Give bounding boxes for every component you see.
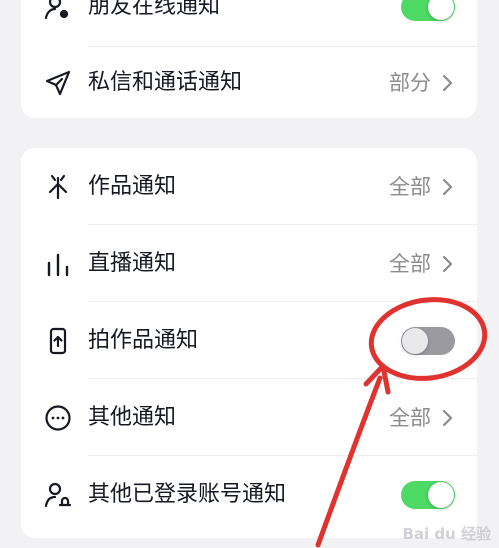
row-label: 拍作品通知 [88, 328, 199, 353]
row-label: 作品通知 [88, 174, 177, 199]
friend-online-icon [43, 0, 73, 22]
chevron-right-icon [442, 255, 453, 273]
other-accounts-toggle[interactable] [401, 481, 455, 509]
row-label: 直播通知 [88, 251, 177, 276]
chevron-right-icon [442, 74, 453, 92]
row-value: 全部 [389, 252, 431, 276]
row-value: 全部 [389, 175, 431, 199]
row-value: 部分 [389, 71, 431, 95]
row-live[interactable]: 直播通知 全部 [21, 225, 477, 302]
shoot-works-toggle[interactable] [401, 327, 455, 355]
live-bars-icon [43, 249, 73, 279]
watermark: Bai du 经验 [402, 525, 491, 543]
row-label: 朋友在线通知 [88, 0, 221, 19]
row-works[interactable]: 作品通知 全部 [21, 148, 477, 225]
row-message-call[interactable]: 私信和通话通知 部分 [21, 44, 477, 118]
works-spark-icon [43, 172, 73, 202]
row-label: 私信和通话通知 [88, 70, 243, 95]
row-label: 其他已登录账号通知 [88, 482, 287, 507]
row-value: 全部 [389, 406, 431, 430]
settings-card-top: 朋友在线通知 私信和通话通知 部分 [21, 0, 477, 118]
more-dots-icon [43, 403, 73, 433]
phone-upload-icon [43, 326, 73, 356]
row-other-accounts[interactable]: 其他已登录账号通知 [21, 456, 477, 533]
send-plane-icon [43, 68, 73, 98]
account-bell-icon [43, 480, 73, 510]
settings-card-main: 作品通知 全部 直播通知 全部 拍作品通知 其他通知 全部 其他已登录账号通知 [21, 148, 477, 538]
row-other[interactable]: 其他通知 全部 [21, 379, 477, 456]
row-friend-online[interactable]: 朋友在线通知 [21, 0, 477, 47]
row-label: 其他通知 [88, 405, 177, 430]
chevron-right-icon [442, 178, 453, 196]
friend-online-toggle[interactable] [401, 0, 455, 21]
row-shoot-works[interactable]: 拍作品通知 [21, 302, 477, 379]
chevron-right-icon [442, 409, 453, 427]
